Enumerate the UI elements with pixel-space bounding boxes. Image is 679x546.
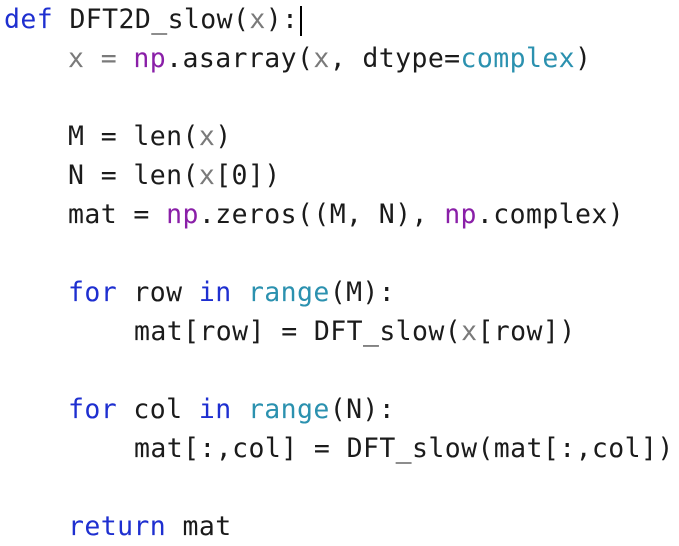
variable-x: x =: [68, 43, 134, 74]
paren-open: (: [232, 4, 250, 35]
code-line-14: return mat: [4, 507, 232, 546]
code-line-9: mat[row] = DFT_slow(x[row]): [4, 312, 576, 351]
module-np: np: [444, 199, 477, 230]
assign-m: M = len(: [68, 121, 199, 152]
paren-close: ): [215, 121, 232, 152]
range-args: (N):: [329, 394, 396, 425]
text-cursor: [300, 5, 303, 36]
keyword-for: for: [68, 277, 118, 308]
code-line-5: N = len(x[0]): [4, 156, 281, 195]
keyword-in: in: [198, 277, 232, 308]
attr-complex: .complex): [476, 199, 625, 230]
module-np: np: [166, 199, 199, 230]
code-line-11: for col in range(N):: [4, 390, 395, 429]
assign-mat: mat =: [68, 199, 167, 230]
keyword-for: for: [68, 394, 118, 425]
arg-x: x: [461, 316, 478, 347]
builtin-range: range: [247, 277, 330, 308]
return-value: mat: [166, 511, 232, 542]
paren-close-colon: ):: [265, 4, 299, 35]
code-line-4: M = len(x): [4, 117, 232, 156]
arg-x: x: [198, 121, 216, 152]
code-line-12: mat[:,col] = DFT_slow(mat[:,col]): [4, 429, 674, 468]
kwarg-dtype: , dtype=: [329, 43, 461, 74]
function-name: DFT2D_slow: [69, 4, 233, 35]
assign-col: mat[:,col] = DFT_slow(mat[:,col]): [134, 433, 674, 464]
code-line-1: def DFT2D_slow(x):: [4, 0, 303, 39]
code-line-2: x = np.asarray(x, dtype=complex): [4, 39, 591, 78]
assign-row: mat[row] = DFT_slow(: [134, 316, 462, 347]
paren-close: ): [575, 43, 592, 74]
keyword-return: return: [68, 511, 167, 542]
index-row: [row]): [477, 316, 576, 347]
arg-x: x: [198, 160, 216, 191]
module-np: np: [133, 43, 167, 74]
loop-var-row: row: [117, 277, 199, 308]
parameter-x: x: [249, 4, 266, 35]
code-line-8: for row in range(M):: [4, 273, 395, 312]
builtin-range: range: [247, 394, 330, 425]
type-complex: complex: [460, 43, 576, 74]
call-zeros: .zeros((M, N),: [198, 199, 445, 230]
arg-x: x: [313, 43, 330, 74]
loop-var-col: col: [117, 394, 199, 425]
assign-n: N = len(: [68, 160, 199, 191]
index-close: [0]): [215, 160, 281, 191]
keyword-in: in: [198, 394, 232, 425]
call-asarray: .asarray(: [166, 43, 314, 74]
code-editor[interactable]: def DFT2D_slow(x): x = np.asarray(x, dty…: [4, 0, 679, 543]
keyword-def: def: [4, 4, 54, 35]
range-args: (M):: [329, 277, 396, 308]
code-line-6: mat = np.zeros((M, N), np.complex): [4, 195, 624, 234]
